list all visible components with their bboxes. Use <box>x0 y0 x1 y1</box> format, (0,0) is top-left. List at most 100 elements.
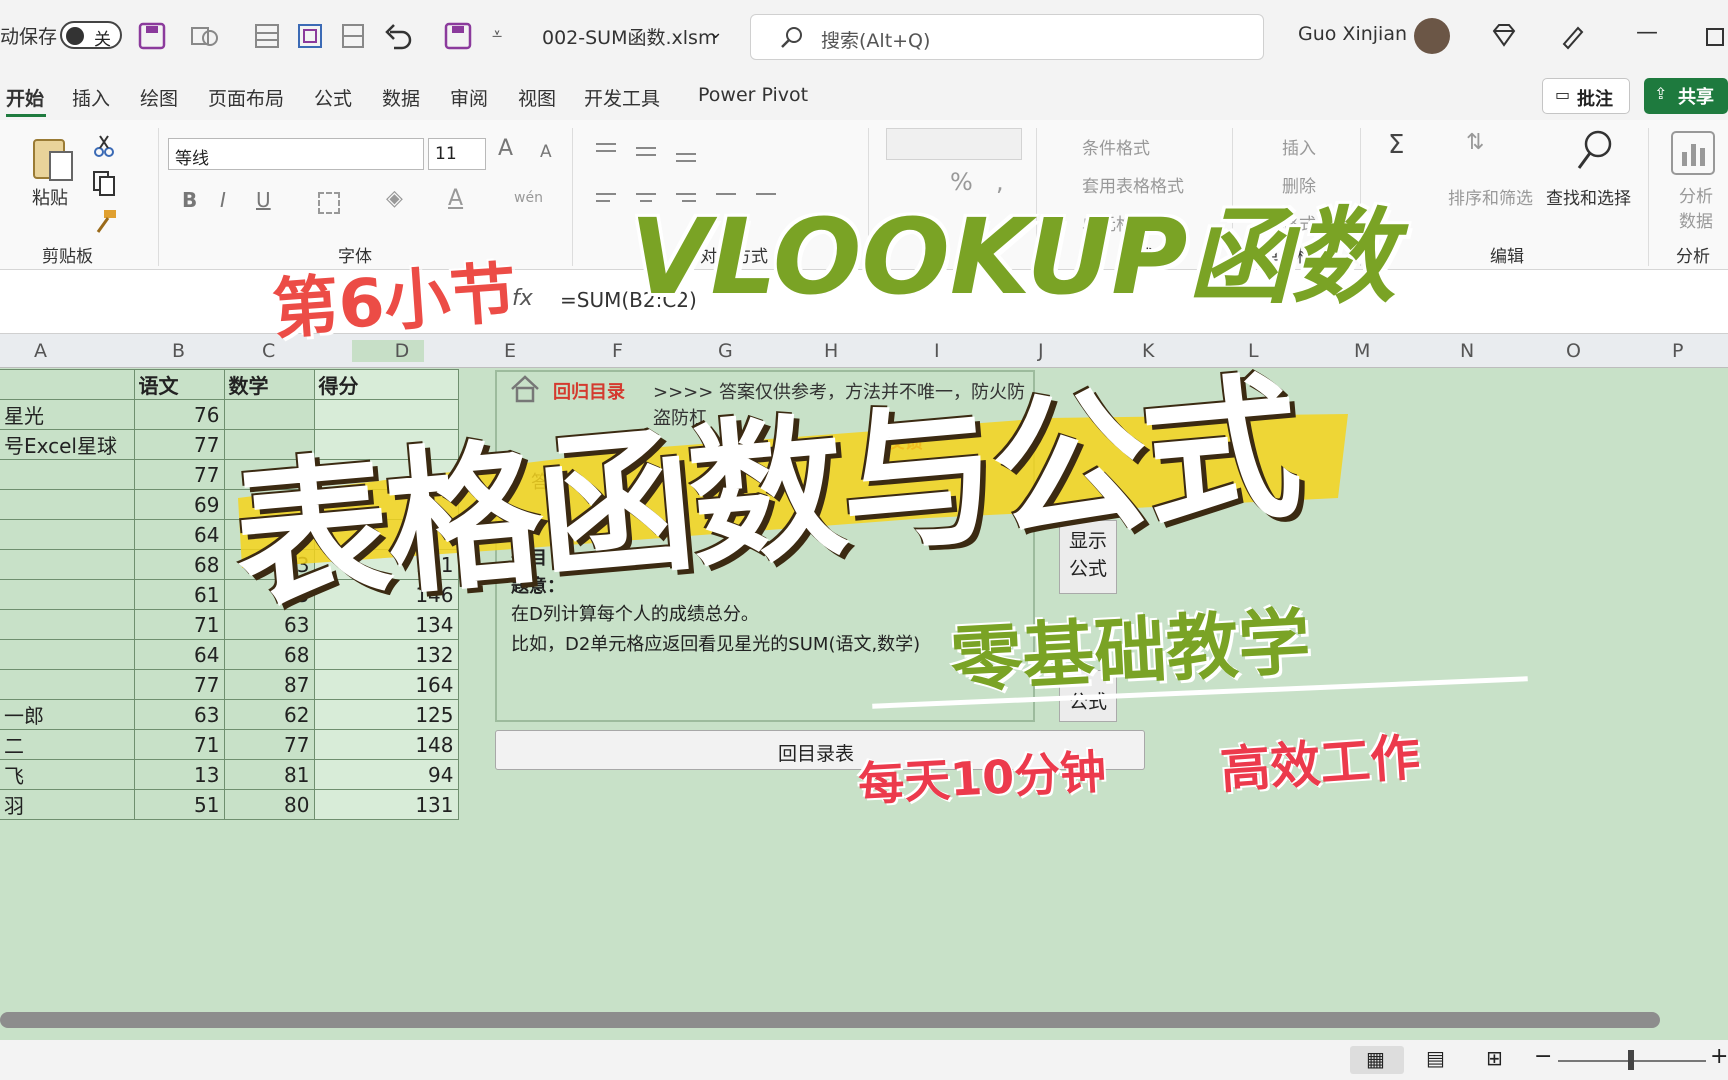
find-select-label[interactable]: 查找和选择 <box>1546 184 1631 209</box>
conditional-format-button[interactable]: 条件格式 <box>1082 134 1150 159</box>
copy-icon[interactable] <box>92 170 116 196</box>
table-cell[interactable]: 二 <box>0 729 135 760</box>
phonetic-icon[interactable]: wén <box>514 190 543 206</box>
table-cell[interactable]: 一郎 <box>0 699 135 730</box>
table-cell[interactable] <box>0 609 135 640</box>
pen-icon[interactable] <box>1558 22 1586 50</box>
freeze-icon[interactable] <box>340 22 366 50</box>
form-icon[interactable] <box>296 22 324 50</box>
border-icon[interactable] <box>318 192 340 214</box>
table-cell[interactable] <box>0 369 135 400</box>
italic-icon[interactable]: I <box>220 188 226 212</box>
comment-button[interactable]: ▭ 批注 <box>1542 78 1630 114</box>
table-cell[interactable]: 语文 <box>133 369 225 400</box>
tab-insert[interactable]: 插入 <box>72 84 110 111</box>
decrease-font-icon[interactable]: A <box>540 142 552 162</box>
column-header[interactable]: F <box>612 340 623 362</box>
page-layout-icon[interactable]: ▤ <box>1426 1046 1445 1070</box>
table-cell[interactable] <box>0 639 135 670</box>
normal-view-button[interactable]: ▦ <box>1350 1046 1404 1074</box>
table-cell[interactable] <box>0 459 135 490</box>
chevron-down-icon[interactable]: ⌄ <box>708 22 723 43</box>
font-color-icon[interactable]: A <box>448 186 463 211</box>
tab-developer[interactable]: 开发工具 <box>584 84 660 111</box>
table-cell[interactable] <box>0 489 135 520</box>
format-painter-icon[interactable] <box>92 208 118 234</box>
tab-home[interactable]: 开始 <box>6 84 44 111</box>
cut-icon[interactable] <box>92 134 116 158</box>
table-cell[interactable]: 号Excel星球 <box>0 429 135 460</box>
tab-page-layout[interactable]: 页面布局 <box>208 84 284 111</box>
underline-icon[interactable]: U <box>256 188 271 212</box>
column-header[interactable]: P <box>1672 340 1683 362</box>
table-icon[interactable] <box>254 22 280 50</box>
table-cell[interactable]: 13 <box>133 759 225 790</box>
bold-icon[interactable]: B <box>182 188 197 212</box>
table-cell[interactable]: 64 <box>133 519 225 550</box>
table-cell[interactable]: 64 <box>133 639 225 670</box>
table-cell[interactable]: 132 <box>313 639 459 670</box>
maximize-icon[interactable] <box>1706 28 1724 46</box>
file-name[interactable]: 002-SUM函数.xlsm <box>542 23 716 50</box>
paste-icon[interactable] <box>30 134 74 182</box>
analyze-data-icon[interactable] <box>1670 130 1716 176</box>
column-header[interactable]: G <box>718 340 733 362</box>
table-cell[interactable]: 68 <box>223 639 315 670</box>
column-header[interactable]: C <box>262 340 275 362</box>
table-cell[interactable]: 69 <box>133 489 225 520</box>
insert-cells-button[interactable]: 插入 <box>1282 134 1316 159</box>
table-cell[interactable]: 125 <box>313 699 459 730</box>
table-cell[interactable]: 81 <box>223 759 315 790</box>
save-icon[interactable] <box>138 22 166 50</box>
table-cell[interactable]: 68 <box>133 549 225 580</box>
column-header[interactable]: O <box>1566 340 1581 362</box>
tab-data[interactable]: 数据 <box>382 84 420 111</box>
zoom-out-icon[interactable]: − <box>1534 1044 1552 1069</box>
diamond-icon[interactable] <box>1490 22 1518 48</box>
find-icon[interactable] <box>1574 128 1616 174</box>
search-box[interactable]: 搜索(Alt+Q) <box>750 14 1264 60</box>
table-cell[interactable] <box>0 579 135 610</box>
undo-icon[interactable] <box>384 20 418 50</box>
table-cell[interactable] <box>0 549 135 580</box>
user-name[interactable]: Guo Xinjian <box>1298 23 1407 45</box>
table-cell[interactable]: 148 <box>313 729 459 760</box>
table-cell[interactable]: 63 <box>133 699 225 730</box>
table-cell[interactable]: 94 <box>313 759 459 790</box>
table-cell[interactable]: 80 <box>223 789 315 820</box>
fill-color-icon[interactable]: ◈ <box>386 186 403 211</box>
avatar[interactable] <box>1414 18 1450 54</box>
table-cell[interactable]: 77 <box>133 669 225 700</box>
table-cell[interactable]: 131 <box>313 789 459 820</box>
column-header[interactable]: N <box>1460 340 1474 362</box>
tab-review[interactable]: 审阅 <box>450 84 488 111</box>
column-header[interactable]: E <box>504 340 516 362</box>
sort-filter-icon[interactable]: ⇅ <box>1466 130 1484 155</box>
table-cell[interactable]: 71 <box>133 729 225 760</box>
share-button[interactable]: ⇪ 共享 <box>1644 78 1728 114</box>
tab-power-pivot[interactable]: Power Pivot <box>698 84 808 106</box>
horizontal-scrollbar[interactable] <box>0 1012 1660 1028</box>
save-as-icon[interactable] <box>444 22 472 50</box>
table-cell[interactable]: 164 <box>313 669 459 700</box>
table-cell[interactable]: 77 <box>223 729 315 760</box>
tab-draw[interactable]: 绘图 <box>140 84 178 111</box>
table-cell[interactable]: 87 <box>223 669 315 700</box>
table-cell[interactable]: 77 <box>133 429 225 460</box>
zoom-slider-thumb[interactable] <box>1628 1050 1634 1070</box>
table-cell[interactable] <box>0 519 135 550</box>
zoom-in-icon[interactable]: + <box>1710 1044 1728 1069</box>
column-header[interactable]: B <box>172 340 185 362</box>
column-header[interactable]: M <box>1354 340 1370 362</box>
table-cell[interactable]: 星光 <box>0 399 135 430</box>
table-cell[interactable]: 羽 <box>0 789 135 820</box>
autosave-toggle[interactable]: 关 <box>60 21 122 50</box>
tab-view[interactable]: 视图 <box>518 84 556 111</box>
table-cell[interactable] <box>0 669 135 700</box>
table-cell[interactable]: 71 <box>133 609 225 640</box>
table-cell[interactable]: 飞 <box>0 759 135 790</box>
customize-qat-icon[interactable]: ⩡ <box>492 24 502 45</box>
shapes-icon[interactable] <box>190 22 230 50</box>
tab-formulas[interactable]: 公式 <box>314 84 352 111</box>
table-cell[interactable]: 77 <box>133 459 225 490</box>
